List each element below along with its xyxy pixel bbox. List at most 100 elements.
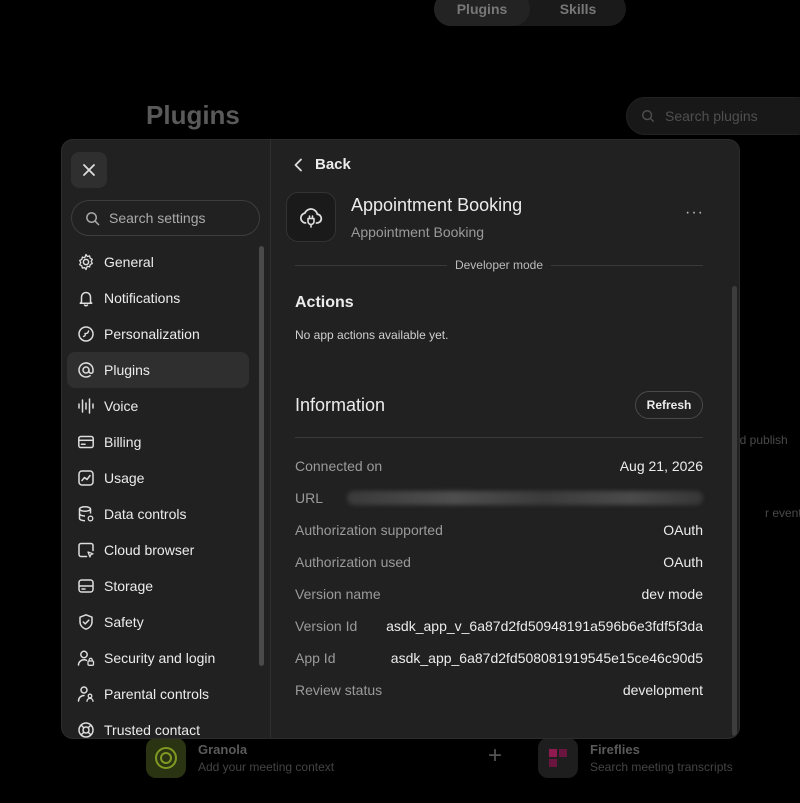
sidebar-item-usage[interactable]: Usage [67,460,249,496]
chevron-left-icon [294,158,302,171]
sidebar-item-cloud-browser[interactable]: Cloud browser [67,532,249,568]
chart-icon [78,470,94,486]
sidebar-item-label: Plugins [104,362,150,378]
plus-icon: + [488,742,503,769]
settings-search-placeholder: Search settings [109,210,206,226]
sidebar-item-billing[interactable]: Billing [67,424,249,460]
sidebar-item-data-controls[interactable]: Data controls [67,496,249,532]
sidebar-item-notifications[interactable]: Notifications [67,280,249,316]
background-app-granola: Granola Add your meeting context [146,738,334,778]
more-options-button[interactable]: ··· [685,204,704,222]
database-icon [78,506,94,522]
sidebar-item-label: Billing [104,434,142,450]
back-button[interactable]: Back [293,156,351,173]
sidebar-item-label: Usage [104,470,145,486]
sidebar-item-storage[interactable]: Storage [67,568,249,604]
sidebar-item-label: Cloud browser [104,542,195,558]
info-row-authorization-used: Authorization used OAuth [295,552,703,572]
background-page-title: Plugins [146,100,240,130]
background-app-desc: Search meeting transcripts [590,760,733,774]
info-value: OAuth [663,554,703,570]
sidebar-item-label: Notifications [104,290,181,306]
background-fragment: nd publish [733,433,788,447]
info-label: URL [295,490,324,506]
sidebar-item-voice[interactable]: Voice [67,388,249,424]
info-value: Aug 21, 2026 [619,458,703,474]
sidebar-item-label: Data controls [104,506,187,522]
info-label: Authorization used [295,554,411,570]
info-label: Version Id [295,618,358,634]
sidebar-item-general[interactable]: General [67,244,249,280]
info-value: dev mode [641,586,703,602]
sidebar-item-parental-controls[interactable]: Parental controls [67,676,249,712]
cloud-plug-icon [299,208,323,228]
background-app-name: Granola [198,742,248,757]
app-title: Appointment Booking [351,195,523,215]
sidebar-item-trusted-contact[interactable]: Trusted contact [67,712,249,738]
sidebar-item-label: Safety [104,614,144,630]
lifebuoy-icon [78,722,94,738]
personalization-icon [78,326,94,342]
sidebar-item-label: Storage [104,578,154,594]
bell-icon [79,291,93,307]
sidebar-item-security-and-login[interactable]: Security and login [67,640,249,676]
sidebar-item-safety[interactable]: Safety [67,604,249,640]
sidebar-item-label: Security and login [104,650,216,666]
shield-icon [79,614,93,630]
sidebar-item-label: Parental controls [104,686,210,702]
divider-line [551,264,703,266]
refresh-button[interactable]: Refresh [635,391,703,419]
search-icon [642,110,655,123]
user-lock-icon [77,650,95,666]
app-subtitle: Appointment Booking [351,224,485,240]
background-app-name: Fireflies [590,742,640,757]
sidebar-item-personalization[interactable]: Personalization [67,316,249,352]
sidebar-scrollbar[interactable] [259,246,264,666]
background-search-placeholder: Search plugins [665,108,758,124]
sidebar-item-label: General [104,254,154,270]
settings-search-input[interactable]: Search settings [71,200,260,236]
info-label: Review status [295,682,383,698]
info-row-connected-on: Connected on Aug 21, 2026 [295,456,703,476]
content-scrollbar[interactable] [732,286,737,736]
granola-logo-icon [146,738,186,778]
sidebar-item-plugins[interactable]: Plugins [67,352,249,388]
parent-icon [77,686,94,702]
background-tab-plugins: Plugins [434,0,530,26]
url-value-redacted [347,491,703,505]
app-icon [286,192,336,242]
sidebar-item-label: Trusted contact [104,722,200,738]
sidebar-item-label: Voice [104,398,139,414]
settings-sidebar: Search settings General Notifications Pe… [62,140,271,738]
close-button[interactable] [71,152,107,188]
actions-empty-text: No app actions available yet. [295,328,449,342]
info-row-version-id: Version Id asdk_app_v_6a87d2fd50948191a5… [295,616,703,636]
developer-mode-divider: Developer mode [295,258,703,272]
background-app-fireflies: Fireflies Search meeting transcripts [538,738,733,778]
divider-line [295,264,447,266]
info-row-url: URL [295,488,703,508]
credit-card-icon [78,435,94,449]
info-row-app-id: App Id asdk_app_6a87d2fd508081919545e15c… [295,648,703,668]
plugin-detail-panel: Back Appointment Booking Appointment Boo… [271,140,739,738]
fireflies-logo-icon [538,738,578,778]
sidebar-item-label: Personalization [104,326,200,342]
storage-icon [78,579,94,593]
info-row-authorization-supported: Authorization supported OAuth [295,520,703,540]
information-heading: Information [295,395,386,415]
at-sign-icon [78,362,94,378]
background-search: Search plugins [626,97,800,135]
background-app-desc: Add your meeting context [198,760,335,774]
waveform-icon [78,398,94,414]
information-divider [295,437,703,438]
info-value: asdk_app_6a87d2fd508081919545e15ce46c90d… [390,650,703,666]
info-value: asdk_app_v_6a87d2fd50948191a596b6e3fdf5f… [386,618,703,634]
info-label: App Id [295,650,336,666]
background-fragment: r events a [765,506,800,520]
info-row-review-status: Review status development [295,680,703,700]
close-icon [83,164,95,176]
actions-heading: Actions [295,294,354,311]
settings-modal: Search settings General Notifications Pe… [61,139,740,739]
search-icon [86,211,100,225]
info-label: Authorization supported [295,522,443,538]
